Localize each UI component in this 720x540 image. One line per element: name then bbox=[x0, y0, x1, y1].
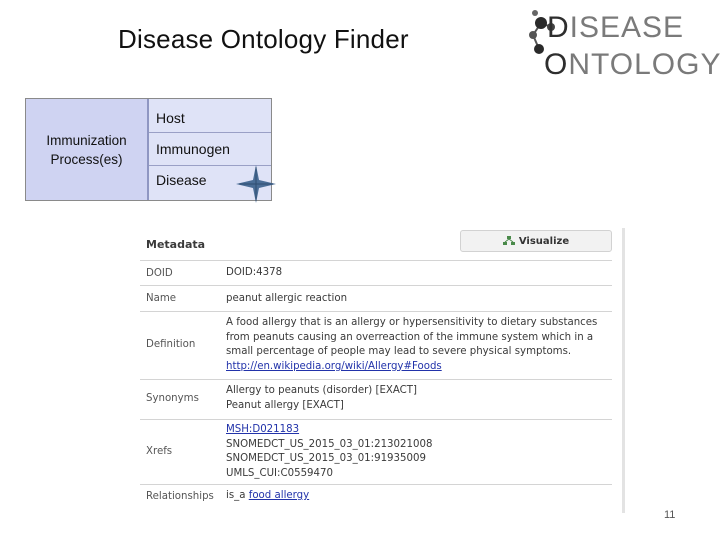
page-number: 11 bbox=[664, 509, 676, 521]
row-key: DOID bbox=[146, 268, 173, 279]
disease-ontology-logo: DISEASE ONTOLOGY bbox=[525, 5, 720, 83]
metadata-row-synonyms: Synonyms Allergy to peanuts (disorder) [… bbox=[140, 379, 612, 420]
metadata-row-doid: DOID DOID:4378 bbox=[140, 260, 612, 286]
item-host[interactable]: Host bbox=[149, 99, 271, 133]
metadata-panel: Metadata Visualize DOID DOID:4378 Name p… bbox=[140, 228, 612, 508]
immunization-label: Immunization Process(es) bbox=[26, 99, 149, 200]
move-cross-icon[interactable] bbox=[236, 165, 276, 203]
row-key: Xrefs bbox=[146, 446, 173, 457]
metadata-row-relationships: Relationships is_a food allergy bbox=[140, 484, 612, 509]
row-key: Relationships bbox=[146, 491, 214, 502]
row-value: DOID:4378 bbox=[226, 267, 283, 278]
row-value: A food allergy that is an allergy or hyp… bbox=[226, 317, 598, 372]
metadata-row-name: Name peanut allergic reaction bbox=[140, 285, 612, 312]
metadata-row-definition: Definition A food allergy that is an all… bbox=[140, 311, 612, 380]
immunization-box: Immunization Process(es) Host Immunogen … bbox=[25, 98, 272, 201]
row-key: Synonyms bbox=[146, 393, 199, 404]
xref-link[interactable]: MSH:D021183 bbox=[226, 424, 299, 435]
definition-link[interactable]: http://en.wikipedia.org/wiki/Allergy#Foo… bbox=[226, 361, 442, 372]
metadata-scrollbar[interactable] bbox=[622, 228, 625, 513]
row-value: Allergy to peanuts (disorder) [EXACT] Pe… bbox=[226, 385, 417, 411]
row-key: Name bbox=[146, 293, 177, 304]
row-key: Definition bbox=[146, 339, 196, 350]
row-value: is_a food allergy bbox=[226, 490, 310, 501]
item-immunogen[interactable]: Immunogen bbox=[149, 133, 271, 166]
metadata-heading: Metadata bbox=[146, 238, 206, 251]
logo-line-1: DISEASE bbox=[547, 11, 685, 44]
relationship-link[interactable]: food allergy bbox=[249, 490, 309, 501]
visualize-label: Visualize bbox=[518, 235, 570, 247]
slide-title: Disease Ontology Finder bbox=[118, 24, 409, 54]
row-value: peanut allergic reaction bbox=[226, 293, 348, 304]
metadata-header: Metadata Visualize bbox=[140, 228, 612, 258]
row-value: MSH:D021183 SNOMEDCT_US_2015_03_01:21302… bbox=[226, 424, 433, 479]
metadata-row-xrefs: Xrefs MSH:D021183 SNOMEDCT_US_2015_03_01… bbox=[140, 419, 612, 485]
visualize-button[interactable]: Visualize bbox=[460, 230, 612, 252]
tree-icon bbox=[502, 236, 515, 245]
logo-line-2: ONTOLOGY bbox=[544, 48, 720, 81]
